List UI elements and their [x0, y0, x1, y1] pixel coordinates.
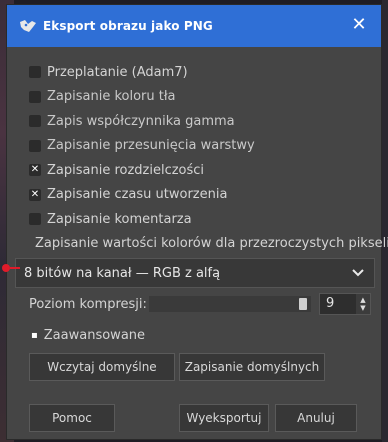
close-icon[interactable]: ✕ — [349, 15, 369, 35]
pixel-format-select[interactable]: 8 bitów na kanał — RGB z alfą — [15, 258, 375, 288]
checkbox-checked[interactable]: ✕ — [29, 188, 41, 201]
compression-value: 9 — [326, 296, 335, 311]
option-interlacing[interactable]: Przeplatanie (Adam7) — [29, 60, 369, 85]
gimp-app-icon — [19, 18, 37, 34]
checkbox[interactable] — [29, 115, 41, 128]
advanced-expander[interactable]: ▪ Zaawansowane — [31, 328, 145, 343]
option-background-color[interactable]: Zapisanie koloru tła — [29, 85, 369, 110]
cancel-button[interactable]: Anuluj — [275, 404, 357, 432]
save-defaults-button[interactable]: Zapisanie domyślnych — [179, 353, 325, 381]
marker-dot — [2, 264, 10, 272]
option-gamma[interactable]: Zapis współczynnika gamma — [29, 109, 369, 134]
checkbox[interactable] — [29, 90, 41, 103]
compression-slider-fill — [149, 296, 311, 312]
option-label: Zapisanie komentarza — [47, 211, 192, 227]
background-edge — [382, 0, 388, 442]
pixel-format-value: 8 bitów na kanał — RGB z alfą — [24, 265, 221, 281]
chevron-down-icon — [352, 265, 364, 281]
option-comment[interactable]: Zapisanie komentarza — [29, 207, 369, 232]
expander-triangle-icon: ▪ — [31, 330, 38, 341]
compression-slider[interactable] — [149, 296, 311, 312]
checkbox[interactable] — [29, 139, 41, 152]
option-resolution[interactable]: ✕ Zapisanie rozdzielczości — [29, 158, 369, 183]
title-bar[interactable]: Eksport obrazu jako PNG ✕ — [7, 5, 381, 47]
help-button[interactable]: Pomoc — [29, 404, 115, 432]
marker-line — [10, 267, 20, 269]
option-label: Zapisanie czasu utworzenia — [47, 187, 228, 203]
checkbox-checked[interactable]: ✕ — [29, 164, 41, 177]
option-label: Zapisanie wartości kolorów dla przezrocz… — [35, 236, 388, 252]
window-title: Eksport obrazu jako PNG — [43, 19, 213, 33]
option-label: Przeplatanie (Adam7) — [47, 64, 188, 80]
load-defaults-button[interactable]: Wczytaj domyślne — [29, 353, 175, 381]
options-list: Przeplatanie (Adam7) Zapisanie koloru tł… — [29, 60, 388, 257]
option-label: Zapisanie rozdzielczości — [47, 162, 205, 178]
export-button[interactable]: Wyeksportuj — [179, 404, 269, 432]
compression-spinbox[interactable]: 9 ▲ ▼ — [319, 293, 371, 315]
option-transparent-pixels[interactable]: Zapisanie wartości kolorów dla przezrocz… — [29, 232, 388, 257]
option-label: Zapis współczynnika gamma — [47, 113, 235, 129]
export-png-dialog: Eksport obrazu jako PNG ✕ Przeplatanie (… — [6, 4, 388, 440]
option-label: Zapisanie przesunięcia warstwy — [47, 138, 255, 154]
option-label: Zapisanie koloru tła — [47, 89, 176, 105]
checkbox[interactable] — [29, 213, 41, 226]
compression-slider-handle[interactable] — [299, 298, 307, 310]
advanced-label: Zaawansowane — [43, 328, 146, 343]
checkbox[interactable] — [29, 66, 41, 79]
spin-arrows-icon[interactable]: ▲ ▼ — [356, 294, 370, 314]
option-layer-offset[interactable]: Zapisanie przesunięcia warstwy — [29, 134, 369, 159]
compression-label: Poziom kompresji: — [29, 297, 147, 312]
option-creation-time[interactable]: ✕ Zapisanie czasu utworzenia — [29, 183, 369, 208]
